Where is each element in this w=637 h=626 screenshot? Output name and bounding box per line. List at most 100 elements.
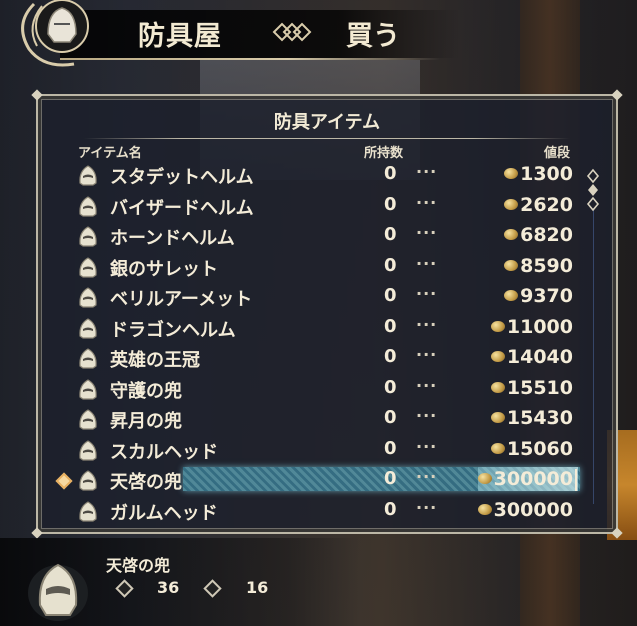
item-dots: ··· [416, 314, 438, 334]
helmet-icon [76, 316, 100, 340]
item-row[interactable]: バイザードヘルム 0 ··· 2620 [38, 191, 583, 221]
item-owned-count: 0 [384, 254, 397, 276]
item-row[interactable]: ガルムヘッド 0 ··· 300000 [38, 496, 583, 526]
selection-cursor-icon [55, 472, 73, 490]
item-price: 9370 [504, 285, 573, 307]
item-price: 300000 [477, 498, 573, 521]
item-name: ガルムヘッド [110, 502, 218, 524]
header-underline [60, 58, 440, 60]
item-price: 15510 [490, 376, 573, 399]
helmet-icon [76, 285, 100, 309]
helmet-icon [76, 468, 100, 492]
item-name: バイザードヘルム [110, 197, 254, 219]
coin-icon [490, 412, 505, 423]
item-price-value: 15060 [506, 437, 573, 460]
coin-icon [504, 198, 519, 210]
column-header-item: アイテム名 [78, 146, 142, 161]
item-owned-count: 0 [384, 346, 397, 367]
helmet-icon [76, 438, 100, 462]
helmet-icon [76, 194, 100, 218]
item-dots: ··· [416, 253, 438, 273]
item-row[interactable]: 天啓の兜 0 ··· 300000 [38, 465, 583, 495]
item-dots: ··· [416, 436, 438, 456]
item-owned-count: 0 [384, 224, 397, 245]
helmet-icon [76, 224, 100, 248]
item-price-value: 300000 [493, 498, 573, 521]
column-header-price: 値段 [544, 146, 571, 161]
item-owned-count: 0 [384, 163, 397, 184]
item-row[interactable]: ホーンドヘルム 0 ··· 6820 [38, 221, 583, 251]
coin-icon [504, 290, 519, 301]
item-price-value: 2620 [520, 193, 573, 216]
item-price: 11000 [490, 315, 573, 338]
selection-caret [575, 469, 577, 491]
item-price: 6820 [504, 224, 573, 246]
item-price-value: 15510 [506, 376, 573, 399]
item-row[interactable]: ベリルアーメット 0 ··· 9370 [38, 282, 583, 312]
item-name: スタデットヘルム [110, 167, 254, 188]
title-divider [84, 138, 570, 139]
item-dots: ··· [416, 497, 438, 517]
magic-defense-stat-value: 16 [246, 578, 269, 597]
helmet-icon [76, 346, 100, 370]
item-name: 英雄の王冠 [110, 350, 200, 371]
item-row[interactable]: スタデットヘルム 0 ··· 1300 [38, 160, 583, 190]
item-row[interactable]: 銀のサレット 0 ··· 8590 [38, 252, 583, 282]
item-dots: ··· [416, 192, 438, 212]
panel-corner [611, 89, 623, 101]
item-row[interactable]: 守護の兜 0 ··· 15510 [38, 374, 583, 404]
item-price-value: 6820 [520, 224, 573, 246]
item-price: 15430 [490, 407, 573, 429]
item-row[interactable]: スカルヘッド 0 ··· 15060 [38, 435, 583, 465]
item-dots: ··· [416, 467, 438, 486]
coin-icon [490, 381, 505, 393]
item-price-value: 9370 [520, 285, 573, 307]
item-price-value: 15430 [506, 407, 573, 429]
scroll-indicator-icon[interactable] [586, 168, 600, 214]
item-row[interactable]: ドラゴンヘルム 0 ··· 11000 [38, 313, 583, 343]
armor-shop-emblem-icon [21, 0, 89, 67]
item-dots: ··· [416, 375, 438, 395]
coin-icon [490, 351, 505, 362]
item-owned-count: 0 [384, 407, 397, 428]
item-name: スカルヘッド [110, 441, 218, 463]
coin-icon [490, 320, 505, 332]
selected-helmet-icon [28, 563, 88, 621]
item-owned-count: 0 [384, 285, 397, 306]
shop-title: 防具屋 [138, 21, 222, 52]
item-price: 8590 [504, 255, 573, 277]
item-row[interactable]: 英雄の王冠 0 ··· 14040 [38, 343, 583, 373]
item-price-value: 300000 [493, 468, 573, 490]
header-banner [60, 10, 460, 58]
panel-corner [31, 89, 43, 101]
item-name: 銀のサレット [110, 258, 218, 280]
helmet-icon [76, 407, 100, 431]
item-owned-count: 0 [384, 315, 397, 337]
coin-icon [504, 229, 519, 240]
item-owned-count: 0 [384, 437, 397, 459]
item-price-value: 14040 [506, 346, 573, 368]
coin-icon [477, 503, 492, 515]
item-price-value: 11000 [506, 315, 573, 338]
item-name: ホーンドヘルム [110, 228, 235, 249]
item-dots: ··· [416, 345, 438, 364]
item-row[interactable]: 昇月の兜 0 ··· 15430 [38, 404, 583, 434]
item-owned-count: 0 [384, 193, 397, 215]
armor-item-list-panel: 防具アイテム アイテム名 所持数 値段 スタデットヘルム 0 ··· 1300 バイザー… [31, 89, 623, 539]
item-name: ドラゴンヘルム [110, 319, 236, 341]
panel-corner [31, 527, 43, 539]
item-owned-count: 0 [384, 498, 397, 520]
coin-icon [504, 168, 519, 179]
item-name: 昇月の兜 [110, 411, 182, 432]
helmet-icon [76, 163, 100, 187]
scrollbar-track[interactable] [593, 208, 594, 504]
column-header-owned: 所持数 [364, 146, 404, 161]
item-dots: ··· [416, 284, 438, 303]
item-dots: ··· [416, 406, 438, 425]
item-name: 天啓の兜 [110, 472, 182, 493]
item-price: 1300 [504, 163, 573, 185]
item-price-value: 1300 [520, 163, 573, 185]
defense-stat-value: 36 [157, 578, 180, 597]
item-price: 14040 [490, 346, 573, 368]
chain-separator-icon [272, 22, 312, 42]
